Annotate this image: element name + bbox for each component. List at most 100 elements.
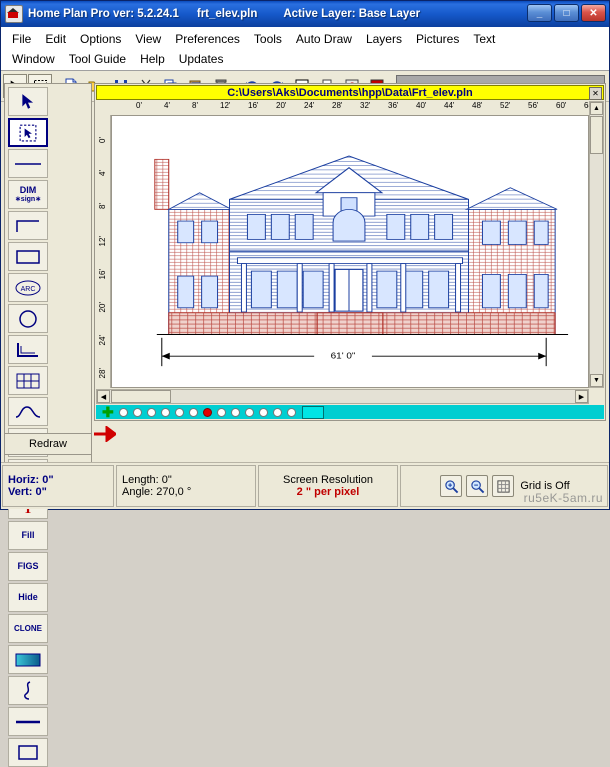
palette-freehand-tool[interactable] <box>8 676 48 705</box>
minimize-button[interactable]: _ <box>527 4 552 22</box>
scroll-down-arrow[interactable]: ▼ <box>590 374 603 387</box>
layer-dot-9[interactable] <box>244 407 254 417</box>
scroll-up-arrow[interactable]: ▲ <box>590 102 603 115</box>
layer-dot-5[interactable] <box>174 407 184 417</box>
palette-corner-tool[interactable] <box>8 335 48 364</box>
horiz-value: Horiz: 0" <box>8 474 54 486</box>
menu-file[interactable]: File <box>5 31 38 47</box>
canvas-horizontal-scrollbar[interactable]: ◀ ▶ <box>96 389 589 404</box>
menu-row-2: Window Tool Guide Help Updates <box>5 49 607 69</box>
horizontal-scroll-thumb[interactable] <box>111 390 171 403</box>
line-icon <box>15 162 41 165</box>
menu-window[interactable]: Window <box>5 51 62 67</box>
menu-tool-guide[interactable]: Tool Guide <box>62 51 133 67</box>
menu-pictures[interactable]: Pictures <box>409 31 466 47</box>
document-close-button[interactable]: ✕ <box>589 87 602 100</box>
document-title-bar: C:\Users\Aks\Documents\hpp\Data\Frt_elev… <box>96 85 604 100</box>
vertical-scroll-thumb[interactable] <box>590 116 603 154</box>
palette-clone-tool[interactable]: CLONE <box>8 614 48 643</box>
menu-tools[interactable]: Tools <box>247 31 289 47</box>
dim-label: DIM <box>19 184 37 195</box>
palette-arrow-tool[interactable] <box>8 87 48 116</box>
clone-label: CLONE <box>14 624 42 633</box>
grid-toggle-button[interactable] <box>492 475 515 497</box>
zoom-out-button[interactable] <box>466 475 489 497</box>
palette-curve-tool[interactable] <box>8 397 48 426</box>
layer-dot-7[interactable] <box>216 407 226 417</box>
application-window: Home Plan Pro ver: 5.2.24.1 frt_elev.pln… <box>0 0 610 767</box>
maximize-button[interactable]: □ <box>554 4 579 22</box>
vruler-tick-5: 20' <box>98 302 107 313</box>
layer-dot-11[interactable] <box>272 407 282 417</box>
document-area: C:\Users\Aks\Documents\hpp\Data\Frt_elev… <box>94 83 606 421</box>
add-layer-icon[interactable]: ✚ <box>102 404 114 421</box>
redraw-button[interactable]: Redraw <box>4 433 92 455</box>
app-icon <box>5 5 23 23</box>
drawing-canvas[interactable]: 61' 0" <box>111 115 589 388</box>
layer-dot-4[interactable] <box>160 407 170 417</box>
menu-row-1: File Edit Options View Preferences Tools… <box>5 29 607 49</box>
palette-figs-tool[interactable]: FIGS <box>8 552 48 581</box>
dimension-text: 61' 0" <box>331 351 356 360</box>
layer-dot-active[interactable] <box>202 407 212 417</box>
zoom-in-icon <box>445 479 459 493</box>
menu-options[interactable]: Options <box>73 31 128 47</box>
horizontal-ruler[interactable]: 0' 4' 8' 12' 16' 20' 24' 28' 32' 36' 40'… <box>96 101 589 116</box>
circle-icon <box>19 309 37 328</box>
menu-preferences[interactable]: Preferences <box>168 31 247 47</box>
palette-fill-tool[interactable]: Fill <box>8 521 48 550</box>
vruler-tick-3: 12' <box>98 236 107 247</box>
menu-auto-draw[interactable]: Auto Draw <box>289 31 359 47</box>
tool-palette: DIM ∗sign∗ ARC T Fill FIGS Hide CLONE <box>4 83 92 767</box>
svg-text:ARC: ARC <box>21 286 36 293</box>
palette-polyline-tool[interactable] <box>8 211 48 240</box>
palette-square-tool[interactable] <box>8 738 48 767</box>
scroll-right-arrow[interactable]: ▶ <box>575 390 588 403</box>
window-controls: _ □ ✕ <box>527 4 606 22</box>
close-button[interactable]: ✕ <box>581 4 606 22</box>
layer-dot-8[interactable] <box>230 407 240 417</box>
palette-grid-tool[interactable] <box>8 366 48 395</box>
menu-layers[interactable]: Layers <box>359 31 409 47</box>
layer-color-box[interactable] <box>301 405 324 419</box>
vertical-ruler[interactable]: 0' 4' 8' 12' 16' 20' 24' 28' 32' 36' <box>96 115 111 388</box>
layer-dot-6[interactable] <box>188 407 198 417</box>
hruler-tick-4: 16' <box>248 101 259 110</box>
palette-gradient-tool[interactable] <box>8 645 48 674</box>
grid-icon <box>497 479 510 493</box>
canvas-vertical-scrollbar[interactable]: ▲ ▼ <box>589 101 604 388</box>
figs-label: FIGS <box>17 561 39 571</box>
scroll-left-arrow[interactable]: ◀ <box>97 390 110 403</box>
menu-updates[interactable]: Updates <box>172 51 231 67</box>
menu-edit[interactable]: Edit <box>38 31 73 47</box>
length-value: Length: 0" <box>122 474 172 486</box>
hruler-tick-11: 44' <box>444 101 455 110</box>
palette-line-tool[interactable] <box>8 149 48 178</box>
layer-dot-2[interactable] <box>132 407 142 417</box>
vruler-tick-6: 24' <box>98 335 107 346</box>
menu-help[interactable]: Help <box>133 51 172 67</box>
menu-view[interactable]: View <box>128 31 168 47</box>
curve-icon <box>15 405 41 418</box>
angle-value: Angle: 270,0 ° <box>122 486 192 498</box>
zoom-out-icon <box>471 479 485 493</box>
zoom-in-button[interactable] <box>440 475 463 497</box>
arrow-icon <box>22 93 34 109</box>
palette-arc-tool[interactable]: ARC <box>8 273 48 302</box>
hruler-tick-10: 40' <box>416 101 427 110</box>
palette-circle-tool[interactable] <box>8 304 48 333</box>
layer-dot-10[interactable] <box>258 407 268 417</box>
palette-thickline-tool[interactable] <box>8 707 48 736</box>
palette-hide-tool[interactable]: Hide <box>8 583 48 612</box>
title-bar: Home Plan Pro ver: 5.2.24.1 frt_elev.pln… <box>1 1 609 27</box>
menu-text[interactable]: Text <box>466 31 502 47</box>
watermark: ru5eK-5am.ru <box>523 491 603 505</box>
select-box-icon <box>19 124 37 141</box>
palette-rectangle-tool[interactable] <box>8 242 48 271</box>
palette-dim-tool[interactable]: DIM ∗sign∗ <box>8 180 48 209</box>
layer-dot-12[interactable] <box>286 407 296 417</box>
palette-select-box-tool[interactable] <box>8 118 48 147</box>
layer-dot-3[interactable] <box>146 407 156 417</box>
red-pointer-arrow <box>94 426 116 442</box>
layer-dot-1[interactable] <box>118 407 128 417</box>
